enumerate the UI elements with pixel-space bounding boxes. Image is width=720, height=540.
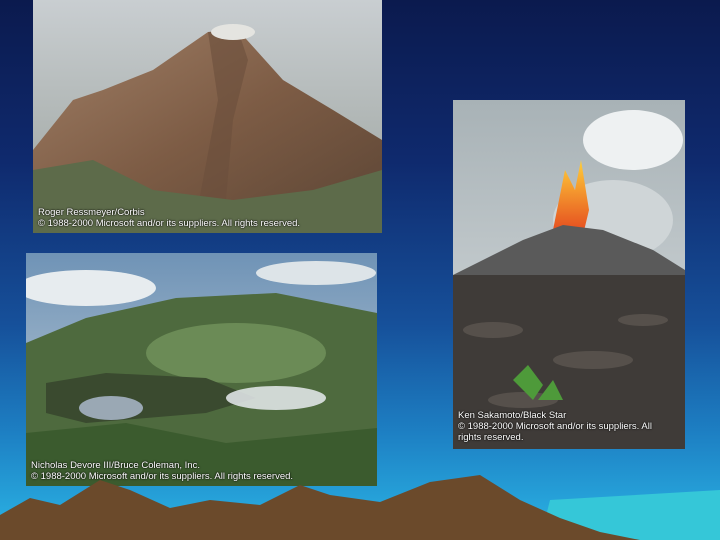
credit-line: © 1988-2000 Microsoft and/or its supplie…: [458, 421, 652, 432]
credit-line: Ken Sakamoto/Black Star: [458, 410, 567, 421]
lava-fountain-photo: Ken Sakamoto/Black Star © 1988-2000 Micr…: [453, 100, 685, 449]
stratovolcano-photo: Roger Ressmeyer/Corbis © 1988-2000 Micro…: [33, 0, 382, 233]
credit-line: rights reserved.: [458, 432, 524, 443]
stratovolcano-image: [33, 0, 382, 233]
mountain-ground: [0, 475, 640, 540]
lava-fountain-image: [453, 100, 685, 449]
caldera-photo: Nicholas Devore III/Bruce Coleman, Inc. …: [26, 253, 377, 486]
caldera-image: [26, 253, 377, 486]
credit-line: © 1988-2000 Microsoft and/or its supplie…: [38, 218, 301, 229]
lava-fountain-credit: Ken Sakamoto/Black Star © 1988-2000 Micr…: [458, 410, 681, 443]
credit-line: Roger Ressmeyer/Corbis: [38, 207, 145, 218]
stratovolcano-credit: Roger Ressmeyer/Corbis © 1988-2000 Micro…: [38, 207, 378, 229]
landscape-strip: [0, 475, 720, 540]
